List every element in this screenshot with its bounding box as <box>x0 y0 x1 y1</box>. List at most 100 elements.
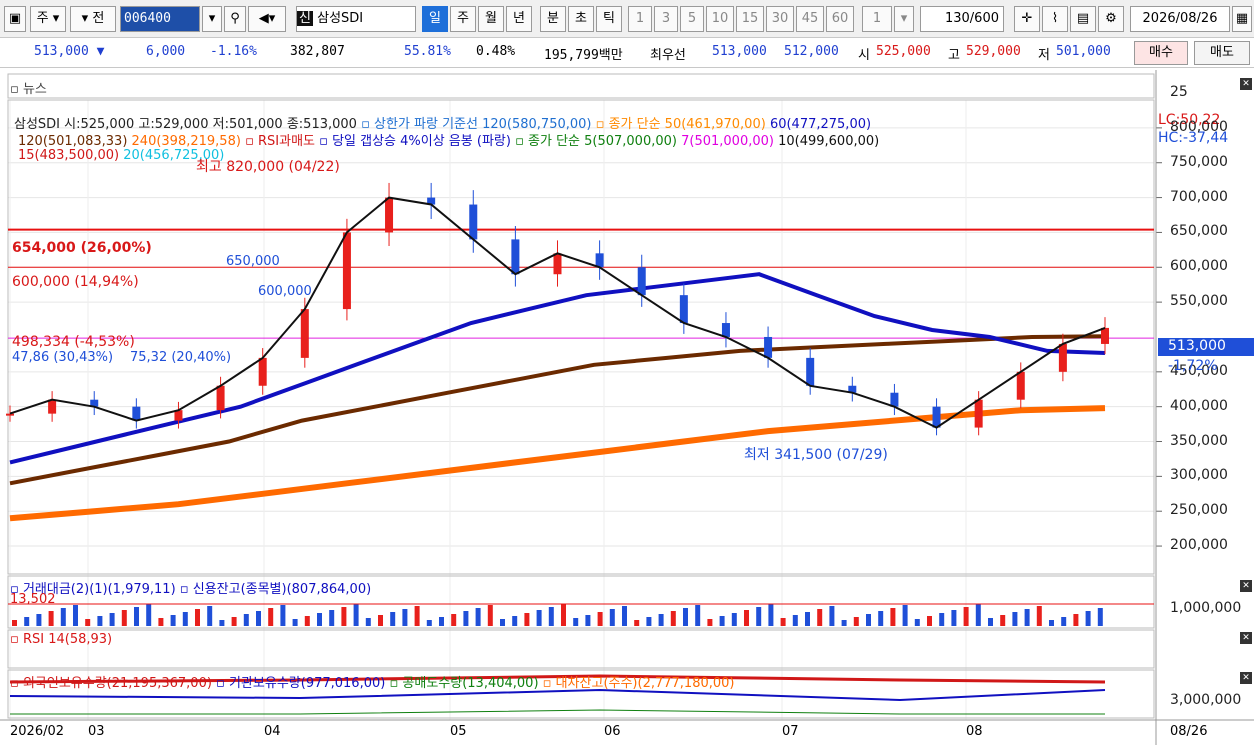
chart-area[interactable]: ▫ 뉴스 25 ✕ 삼성SDI 시:525,000 고:529,000 저:50… <box>0 70 1254 745</box>
date-field[interactable]: 2026/08/26 <box>1130 6 1230 32</box>
calendar-icon[interactable]: ▦ <box>1232 6 1252 32</box>
legend-item: ▫ RSI과매도 <box>245 134 320 149</box>
candle-body <box>342 232 351 310</box>
price-tick-label: 400,000 <box>1170 397 1228 414</box>
legend-item: 240(398,219,58) <box>131 134 246 149</box>
toolbar: ▣ 주 ▾ ▾ 전 006400 ▾ ⚲ ◀▾ 신 삼성SDI 일 주 월 년 … <box>0 0 1254 38</box>
tab-week[interactable]: 주 <box>450 6 476 32</box>
low-label: 저 <box>1038 48 1050 63</box>
buy-button[interactable]: 매수 <box>1134 41 1188 65</box>
code-dropdown-icon[interactable]: ▾ <box>202 6 222 32</box>
price-tick-label: 600,000 <box>1170 258 1228 275</box>
legend-item: ▫ 공매도수량(13,404,00) <box>389 676 543 691</box>
candle-body <box>890 392 899 407</box>
amount-bar <box>902 605 908 626</box>
amount-bar <box>756 607 762 626</box>
amount-overlay-value: 13,502 <box>10 592 56 607</box>
stock-code-input[interactable]: 006400 <box>120 6 200 32</box>
amount-bar <box>1012 612 1018 626</box>
amount-bar <box>329 610 335 626</box>
legend-item: ▫ 대차잔고(주수)(2,777,180,00) <box>542 676 735 691</box>
candle-body <box>1016 371 1025 400</box>
quote-bar: 513,000 ▼ 6,000 -1.16% 382,807 55.81% 0.… <box>0 38 1254 68</box>
tab-day[interactable]: 일 <box>422 6 448 32</box>
rsi-legend: ▫ RSI 14(58,93) <box>10 632 113 647</box>
amount-bar <box>195 609 200 626</box>
tab-year[interactable]: 년 <box>506 6 532 32</box>
prev-select[interactable]: ▾ 전 <box>70 6 116 32</box>
period-label: 주 <box>36 11 49 26</box>
close-icon[interactable]: ✕ <box>1240 78 1252 90</box>
amount-bar <box>524 613 530 626</box>
tab-month[interactable]: 월 <box>478 6 504 32</box>
interval-5[interactable]: 5 <box>680 6 704 32</box>
tab-minute[interactable]: 분 <box>540 6 566 32</box>
interval-3[interactable]: 3 <box>654 6 678 32</box>
period-select[interactable]: 주 ▾ <box>30 6 66 32</box>
search-icon[interactable]: ⚲ <box>224 6 246 32</box>
interval-45[interactable]: 45 <box>796 6 824 32</box>
candle-body <box>216 385 225 411</box>
rsi-title: RSI 14(58,93) <box>22 632 113 647</box>
chevron-down-icon: ▾ <box>81 11 89 26</box>
amount-bar <box>158 618 164 626</box>
interval-10[interactable]: 10 <box>706 6 734 32</box>
amount-bar <box>646 617 652 626</box>
stock-name: 삼성SDI <box>317 11 364 26</box>
layout-icon[interactable]: ▣ <box>4 6 26 32</box>
amount-bar <box>1073 614 1079 626</box>
news-text: 뉴스 <box>22 82 47 97</box>
trend-650-label: 650,000 <box>226 254 280 269</box>
tab-second[interactable]: 초 <box>568 6 594 32</box>
chart-canvas[interactable] <box>0 70 1254 745</box>
amount-bar <box>341 607 347 626</box>
gear-icon[interactable]: ⚙ <box>1098 6 1124 32</box>
legend-item: ▫ 외국인보유수량(21,195,367,00) <box>10 676 217 691</box>
open-value: 525,000 <box>876 44 931 59</box>
candle-body <box>258 357 267 386</box>
crosshair-icon[interactable]: ✛ <box>1014 6 1040 32</box>
credit-badge: 신 <box>297 11 313 26</box>
close-icon[interactable]: ✕ <box>1240 580 1252 592</box>
main-legend-row2: 120(501,083,33) 240(398,219,58) ▫ RSI과매도… <box>18 130 879 149</box>
interval-15[interactable]: 15 <box>736 6 764 32</box>
amount-bar <box>60 608 66 626</box>
amount-bar <box>792 615 798 626</box>
amount-bar <box>170 615 176 626</box>
price-tick-label: 250,000 <box>1170 502 1228 519</box>
low-value: 501,000 <box>1056 44 1111 59</box>
interval-1[interactable]: 1 <box>628 6 652 32</box>
interval-60[interactable]: 60 <box>826 6 854 32</box>
price-tick-label: 550,000 <box>1170 293 1228 310</box>
candle-body <box>806 357 815 386</box>
main-legend-row3: 15(483,500,00) 20(456,725,00) <box>18 148 224 163</box>
sound-icon[interactable]: ◀▾ <box>248 6 286 32</box>
unit-input[interactable]: 1 <box>862 6 892 32</box>
amount-bar <box>695 605 701 626</box>
current-pct-marker: -1,72% <box>1168 358 1218 374</box>
count-field[interactable]: 130/600 <box>920 6 1004 32</box>
amount-bar <box>487 605 493 626</box>
candle-body <box>385 197 394 233</box>
amount-bar <box>231 617 237 626</box>
save-icon[interactable]: ▤ <box>1070 6 1096 32</box>
count-total: /600 <box>969 11 999 26</box>
amount-bar <box>939 613 945 626</box>
change-value: 6,000 <box>146 44 186 59</box>
amount-bar <box>73 605 78 626</box>
stock-name-field[interactable]: 신 삼성SDI <box>296 6 416 32</box>
unit-dropdown-icon[interactable]: ▾ <box>894 6 914 32</box>
tab-tick[interactable]: 틱 <box>596 6 622 32</box>
amount-bar <box>500 619 505 626</box>
count-value: 130 <box>944 11 970 26</box>
amount-bar <box>207 606 213 626</box>
close-icon[interactable]: ✕ <box>1240 632 1252 644</box>
close-icon[interactable]: ✕ <box>1240 672 1252 684</box>
news-label[interactable]: ▫ 뉴스 <box>10 78 47 97</box>
draw-icon[interactable]: ⌇ <box>1042 6 1068 32</box>
sell-button[interactable]: 매도 <box>1194 41 1250 65</box>
trend-600-label: 600,000 <box>258 284 312 299</box>
interval-30[interactable]: 30 <box>766 6 794 32</box>
low-annotation: 최저 341,500 (07/29) <box>744 447 888 463</box>
amount-bar <box>1049 620 1054 626</box>
